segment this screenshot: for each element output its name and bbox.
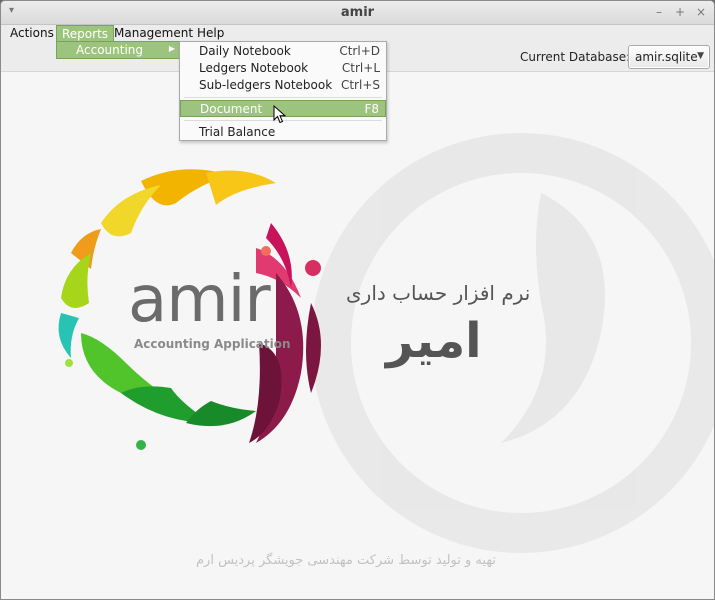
title-bar: ▾ amir – + ×: [1, 1, 714, 25]
main-window: ▾ amir – + × Actions Reports Management …: [0, 0, 715, 600]
accounting-dropdown-menu: Daily Notebook Ctrl+D Ledgers Notebook C…: [179, 41, 387, 141]
close-icon[interactable]: ×: [693, 4, 709, 20]
menu-item-label: Sub-ledgers Notebook: [199, 78, 333, 92]
menu-item-shortcut: F8: [364, 102, 379, 116]
main-content: amir Accounting Application نرم افزار حس…: [1, 73, 714, 599]
current-database-label: Current Database:: [520, 50, 631, 64]
menu-item-label: Trial Balance: [199, 125, 276, 139]
menu-reports[interactable]: Reports: [56, 25, 115, 42]
logo-tagline: Accounting Application: [134, 337, 291, 351]
persian-tagline: نرم افزار حساب داری: [346, 281, 531, 305]
window-title: amir: [340, 5, 375, 20]
submenu-accounting-label: Accounting: [76, 43, 144, 57]
menu-item-shortcut: Ctrl+L: [341, 61, 380, 75]
submenu-arrow-icon: ▶: [168, 44, 175, 53]
menu-separator: [184, 97, 382, 98]
menu-item-ledgers-notebook[interactable]: Ledgers Notebook Ctrl+L: [180, 60, 386, 77]
submenu-accounting[interactable]: Accounting ▶: [56, 41, 180, 59]
menu-item-label: Document: [200, 102, 263, 116]
menu-item-trial-balance[interactable]: Trial Balance: [180, 124, 386, 141]
menu-item-shortcut: Ctrl+S: [340, 78, 380, 92]
menu-management[interactable]: Management: [109, 25, 198, 42]
logo-wordmark: amir: [128, 263, 271, 337]
menubar: Actions Reports Management Help: [1, 25, 714, 42]
database-select[interactable]: amir.sqlite ▼: [628, 45, 710, 69]
menu-help[interactable]: Help: [192, 25, 229, 42]
persian-footer: تهیه و تولید توسط شرکت مهندسی جویشگر پرد…: [196, 553, 496, 568]
menu-actions[interactable]: Actions: [5, 25, 59, 42]
menu-item-label: Daily Notebook: [199, 44, 291, 58]
persian-app-name: امیر: [386, 313, 482, 369]
mouse-cursor-icon: [273, 105, 287, 124]
menu-item-shortcut: Ctrl+D: [339, 44, 380, 58]
amir-logo-graphic: [58, 133, 714, 553]
minimize-icon[interactable]: –: [651, 4, 667, 20]
menu-item-daily-notebook[interactable]: Daily Notebook Ctrl+D: [180, 43, 386, 60]
chevron-down-icon: ▼: [697, 51, 704, 61]
database-select-value: amir.sqlite: [635, 50, 698, 64]
maximize-icon[interactable]: +: [672, 4, 688, 20]
menu-item-label: Ledgers Notebook: [199, 61, 309, 75]
menu-item-sub-ledgers-notebook[interactable]: Sub-ledgers Notebook Ctrl+S: [180, 77, 386, 94]
